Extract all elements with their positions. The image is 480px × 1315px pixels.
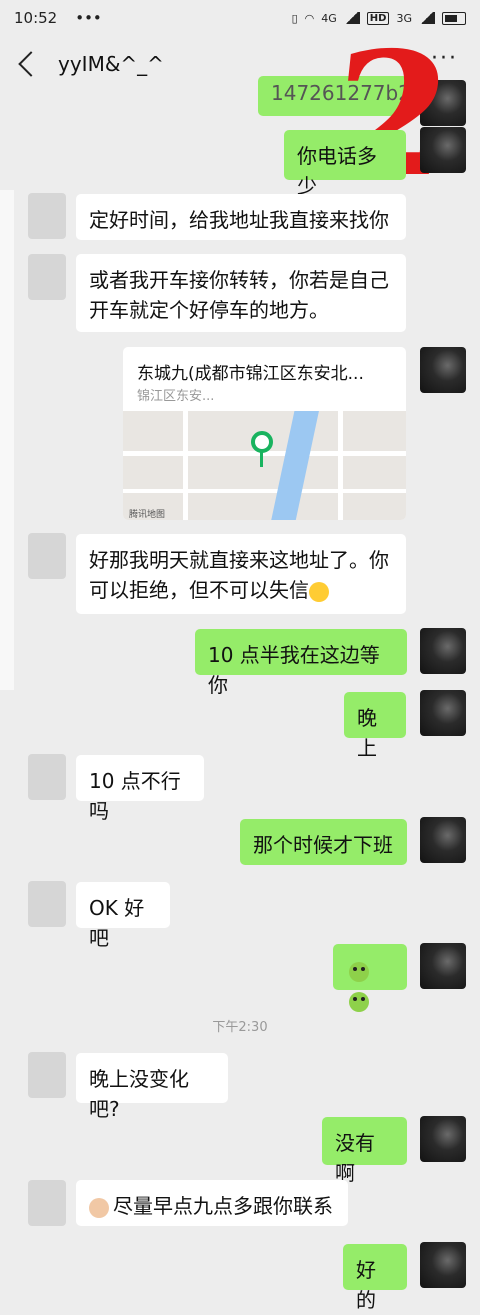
- timestamp: 下午2:30: [212, 1020, 268, 1035]
- message-bubble-out[interactable]: [333, 944, 407, 1012]
- message-text: 好的: [356, 1258, 376, 1312]
- notification-dots: •••: [75, 9, 102, 27]
- message-text: 晚上没变化吧?: [89, 1067, 189, 1121]
- message-text: 10 点半我在这边等你: [208, 643, 380, 697]
- message-bubble-in[interactable]: 晚上没变化吧?: [76, 1053, 228, 1121]
- avatar[interactable]: [420, 1242, 466, 1288]
- avatar[interactable]: [28, 1180, 66, 1226]
- message-text: 好那我明天就直接来这地址了。你可以拒绝，但不可以失信: [89, 548, 389, 602]
- message-bubble-out[interactable]: 那个时候才下班: [240, 819, 407, 865]
- message-bubble-in[interactable]: 定好时间，给我地址我直接来找你: [76, 194, 406, 240]
- message-bubble-out[interactable]: 好的: [343, 1244, 407, 1312]
- location-card[interactable]: 东城九(成都市锦江区东安北... 锦江区东安... 腾讯地图: [123, 347, 406, 520]
- wifi-icon: ◠: [304, 11, 315, 25]
- message-text: 尽量早点九点多跟你联系: [113, 1194, 333, 1218]
- map-thumbnail: 腾讯地图: [123, 411, 406, 520]
- message-text: 那个时候才下班: [253, 833, 393, 857]
- back-icon[interactable]: [18, 51, 44, 77]
- avatar[interactable]: [420, 1116, 466, 1162]
- message-bubble-in[interactable]: OK 好吧: [76, 882, 170, 950]
- location-subtitle: 锦江区东安...: [137, 389, 215, 404]
- message-text: 定好时间，给我地址我直接来找你: [89, 208, 389, 232]
- message-text: OK 好吧: [89, 896, 145, 950]
- message-text: 或者我开车接你转转，你若是自己开车就定个好停车的地方。: [89, 268, 389, 322]
- map-logo: 腾讯地图: [129, 510, 166, 520]
- message-bubble-in[interactable]: 10 点不行吗: [76, 755, 204, 823]
- network-4g-label: 4G: [321, 11, 337, 25]
- message-bubble-in[interactable]: 尽量早点九点多跟你联系: [76, 1180, 348, 1226]
- avatar[interactable]: [420, 943, 466, 989]
- message-bubble-out[interactable]: 没有啊: [322, 1117, 407, 1185]
- vibrate-icon: ▯: [291, 11, 298, 25]
- clock: 10:52: [14, 9, 58, 27]
- avatar[interactable]: [28, 533, 66, 579]
- avatar[interactable]: [28, 193, 66, 239]
- message-text: 没有啊: [335, 1131, 375, 1185]
- avatar[interactable]: [28, 254, 66, 300]
- avatar[interactable]: [420, 628, 466, 674]
- message-text: 10 点不行吗: [89, 769, 181, 823]
- avatar[interactable]: [28, 754, 66, 800]
- ok-hand-emoji-icon: [89, 1197, 109, 1218]
- message-bubble-in[interactable]: 好那我明天就直接来这地址了。你可以拒绝，但不可以失信: [76, 534, 406, 614]
- avatar[interactable]: [28, 1052, 66, 1098]
- avatar[interactable]: [420, 817, 466, 863]
- smile-emoji-icon: [309, 581, 329, 602]
- avatar[interactable]: [28, 881, 66, 927]
- avatar[interactable]: [420, 690, 466, 736]
- left-edge-strip: [0, 190, 14, 690]
- message-bubble-out[interactable]: 晚上: [344, 692, 406, 760]
- message-bubble-in[interactable]: 或者我开车接你转转，你若是自己开车就定个好停车的地方。: [76, 254, 406, 332]
- message-bubble-out[interactable]: 你电话多少: [284, 130, 406, 198]
- location-pin-icon: [251, 431, 273, 453]
- message-text: 晚上: [357, 706, 377, 760]
- location-title: 东城九(成都市锦江区东安北...: [137, 364, 364, 384]
- chat-title: yyIM&^_^: [58, 52, 164, 76]
- avatar[interactable]: [420, 347, 466, 393]
- avatar[interactable]: [420, 127, 466, 173]
- frog-emoji-icon: [349, 991, 369, 1012]
- message-bubble-out[interactable]: 10 点半我在这边等你: [195, 629, 407, 697]
- frog-emoji-icon: [349, 961, 369, 982]
